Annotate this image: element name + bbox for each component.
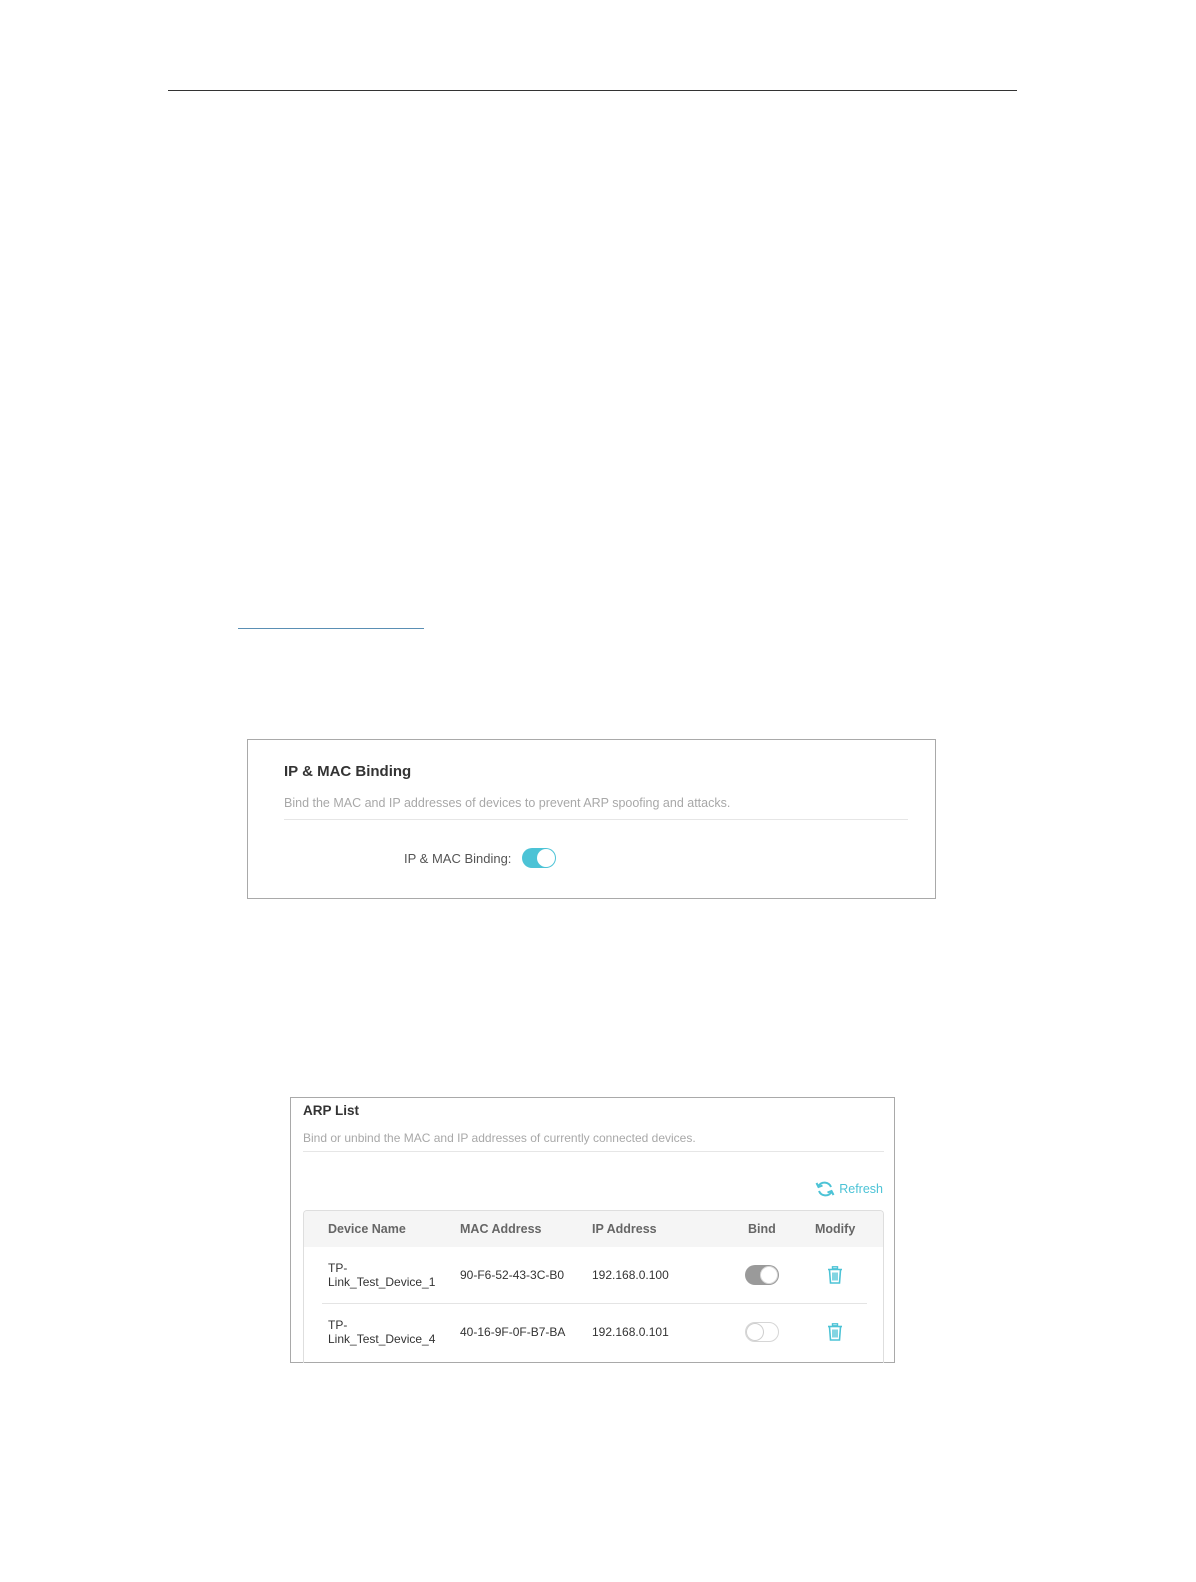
panel-description: Bind or unbind the MAC and IP addresses … (303, 1131, 696, 1145)
refresh-label: Refresh (839, 1182, 883, 1196)
ip-address-cell: 192.168.0.100 (592, 1268, 669, 1282)
toggle-knob (537, 849, 555, 867)
bind-toggle[interactable] (745, 1265, 779, 1285)
ip-mac-binding-toggle[interactable] (522, 848, 556, 868)
column-header-bind: Bind (748, 1222, 776, 1236)
ip-mac-binding-label: IP & MAC Binding: (404, 851, 512, 866)
trash-icon[interactable] (827, 1323, 843, 1341)
panel-title: IP & MAC Binding (284, 763, 412, 780)
ip-mac-binding-panel: IP & MAC Binding Bind the MAC and IP add… (247, 739, 936, 899)
arp-list-panel: ARP List Bind or unbind the MAC and IP a… (290, 1097, 895, 1363)
column-header-device-name: Device Name (328, 1222, 406, 1236)
panel-title: ARP List (303, 1103, 360, 1118)
arp-table: Device Name MAC Address IP Address Bind … (303, 1210, 884, 1363)
mac-address-cell: 90-F6-52-43-3C-B0 (460, 1268, 565, 1282)
ip-address-cell: 192.168.0.101 (592, 1325, 669, 1339)
device-name-cell: TP- Link_Test_Device_1 (328, 1261, 435, 1289)
page-header-rule (168, 90, 1017, 91)
column-header-mac-address: MAC Address (460, 1222, 542, 1236)
panel-description: Bind the MAC and IP addresses of devices… (284, 796, 731, 810)
column-header-modify: Modify (815, 1222, 856, 1236)
mac-address-cell: 40-16-9F-0F-B7-BA (460, 1325, 566, 1339)
trash-icon[interactable] (827, 1266, 843, 1284)
device-name-cell: TP- Link_Test_Device_4 (328, 1318, 435, 1346)
device-name-line: Link_Test_Device_1 (328, 1275, 436, 1289)
refresh-button[interactable]: Refresh (815, 1180, 883, 1198)
bind-toggle[interactable] (745, 1322, 779, 1342)
link-underline (238, 628, 424, 629)
device-name-line: TP- (328, 1261, 348, 1275)
toggle-knob (760, 1266, 778, 1284)
device-name-line: TP- (328, 1318, 348, 1332)
divider (303, 1151, 884, 1152)
table-row: TP- Link_Test_Device_4 40-16-9F-0F-B7-BA… (304, 1304, 883, 1360)
divider (284, 819, 908, 820)
column-header-ip-address: IP Address (592, 1222, 657, 1236)
table-header: Device Name MAC Address IP Address Bind … (304, 1211, 883, 1247)
table-row: TP- Link_Test_Device_1 90-F6-52-43-3C-B0… (304, 1247, 883, 1303)
toggle-knob (746, 1323, 764, 1341)
device-name-line: Link_Test_Device_4 (328, 1332, 436, 1346)
refresh-icon (815, 1181, 835, 1197)
